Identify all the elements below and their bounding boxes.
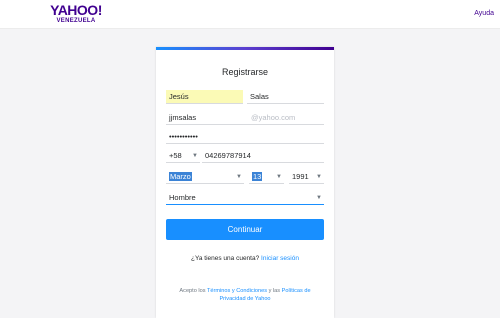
yahoo-logo[interactable]: YAHOO! VENEZUELA	[46, 3, 106, 25]
signin-link[interactable]: Iniciar sesión	[261, 255, 299, 262]
phone-field[interactable]	[202, 149, 324, 163]
birth-month-value: Marzo	[169, 172, 192, 181]
logo-wordmark: YAHOO!	[50, 2, 102, 18]
username-value: jjmsalas	[169, 112, 197, 122]
terms-prefix: Acepto los	[179, 288, 206, 294]
country-code-select[interactable]: +58 ▼	[166, 149, 200, 163]
terms-notice: Acepto los Términos y Condiciones y las …	[168, 287, 322, 303]
page-title: Registrarse	[221, 67, 268, 77]
birth-month-select[interactable]: Marzo ▼	[166, 170, 244, 184]
birth-day-value: 13	[252, 172, 263, 181]
username-suffix: @yahoo.com	[251, 112, 296, 122]
continue-button[interactable]: Continuar	[166, 219, 324, 240]
signup-card: Registrarse jjmsalas @yahoo.com +58 ▼ Ma…	[156, 47, 334, 318]
help-link[interactable]: Ayuda	[474, 10, 494, 17]
birth-day-select[interactable]: 13 ▼	[249, 170, 284, 184]
chevron-down-icon: ▼	[316, 195, 322, 201]
chevron-down-icon: ▼	[276, 174, 282, 180]
terms-link[interactable]: Términos y Condiciones	[207, 288, 267, 294]
chevron-down-icon: ▼	[192, 153, 198, 159]
top-bar: YAHOO! VENEZUELA Ayuda	[0, 0, 500, 29]
chevron-down-icon: ▼	[236, 174, 242, 180]
username-field[interactable]: jjmsalas @yahoo.com	[166, 111, 324, 125]
password-field[interactable]	[166, 130, 324, 144]
logo-region: VENEZUELA	[56, 18, 96, 24]
gender-select[interactable]: Hombre ▼	[166, 191, 324, 205]
chevron-down-icon: ▼	[316, 174, 322, 180]
have-account-text: ¿Ya tienes una cuenta?	[191, 255, 260, 262]
last-name-field[interactable]	[247, 90, 324, 104]
gender-value: Hombre	[169, 193, 196, 202]
first-name-field[interactable]	[166, 90, 243, 104]
signin-prompt: ¿Ya tienes una cuenta? Iniciar sesión	[156, 255, 334, 262]
terms-and: y las	[268, 288, 281, 294]
birth-year-select[interactable]: 1991 ▼	[289, 170, 324, 184]
country-code-value: +58	[169, 151, 182, 160]
card-accent-bar	[156, 47, 334, 50]
birth-year-value: 1991	[292, 172, 309, 181]
